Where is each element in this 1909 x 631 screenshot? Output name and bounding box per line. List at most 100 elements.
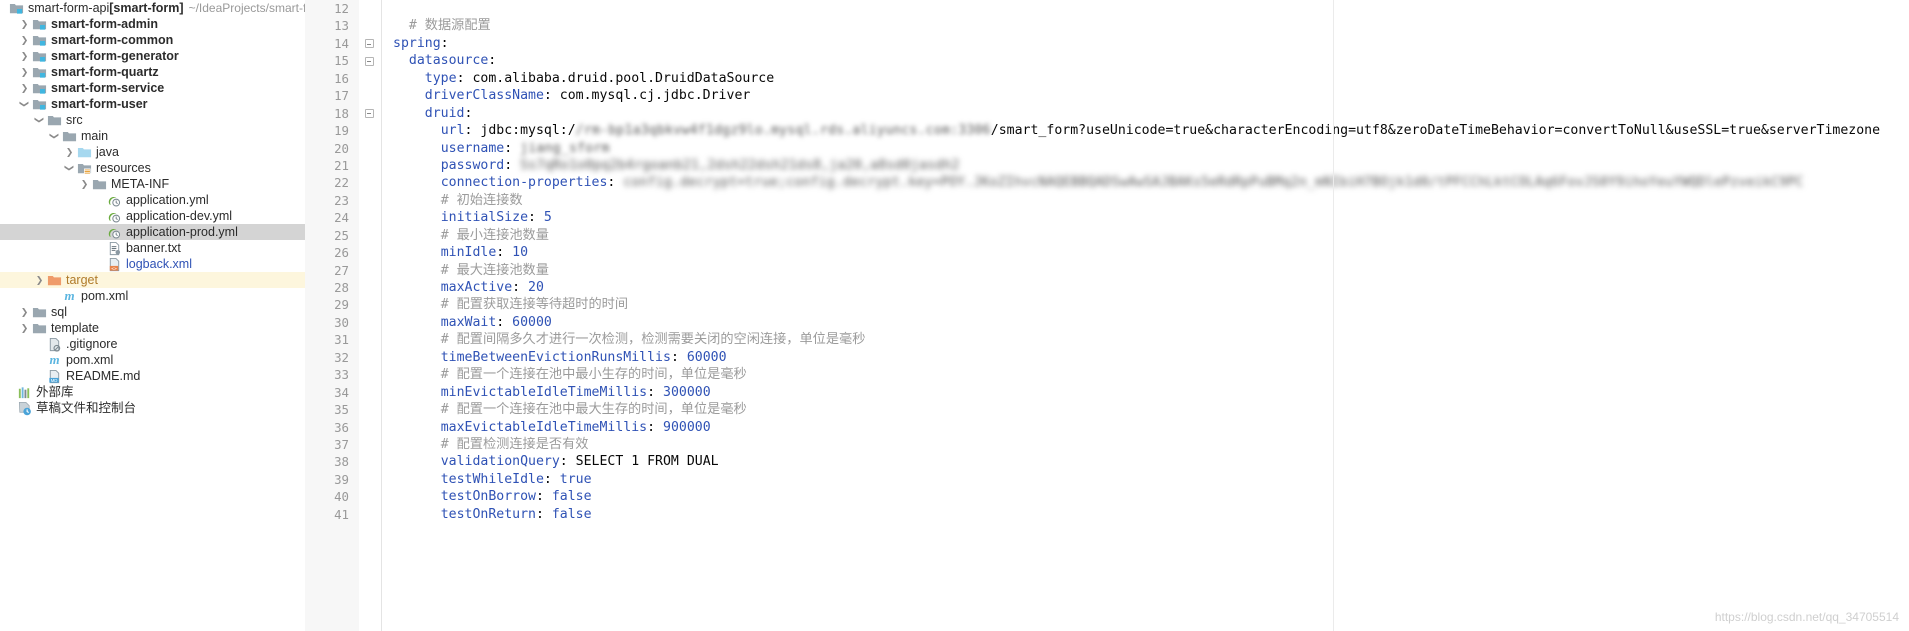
yaml-value: 60000 [686, 349, 727, 365]
chevron-right-icon[interactable]: ❯ [78, 176, 91, 192]
code-line[interactable]: 30 maxWait: 60000 [305, 314, 1909, 331]
tree-row-template[interactable]: ❯ template [0, 320, 305, 336]
code-line[interactable]: 26 minIdle: 10 [305, 244, 1909, 261]
tree-row-smart-form-generator[interactable]: ❯ smart-form-generator [0, 48, 305, 64]
code-line[interactable]: 38 validationQuery: SELECT 1 FROM DUAL [305, 453, 1909, 470]
code-line[interactable]: 13 # 数据源配置 [305, 17, 1909, 34]
code-line[interactable]: 36 maxEvictableIdleTimeMillis: 900000 [305, 419, 1909, 436]
tree-row-smart-form-admin[interactable]: ❯ smart-form-admin [0, 16, 305, 32]
code-text: validationQuery: SELECT 1 FROM DUAL [441, 453, 719, 470]
tree-row-smart-form-common[interactable]: ❯ smart-form-common [0, 32, 305, 48]
tree-row-pom-xml[interactable]: ❯m pom.xml [0, 288, 305, 304]
code-line[interactable]: 40 testOnBorrow: false [305, 488, 1909, 505]
fold-toggle-icon[interactable] [362, 52, 376, 69]
code-line[interactable]: 18 druid: [305, 105, 1909, 122]
line-number: 40 [334, 489, 349, 505]
chevron-down-icon[interactable]: ❯ [17, 98, 33, 111]
line-number: 27 [334, 262, 349, 278]
chevron-right-icon[interactable]: ❯ [18, 16, 31, 32]
code-text: connection-properties: config.decrypt=tr… [441, 174, 1804, 191]
tree-row-meta-inf[interactable]: ❯ META-INF [0, 176, 305, 192]
code-line[interactable]: 29 # 配置获取连接等待超时的时间 [305, 296, 1909, 313]
tree-row-java[interactable]: ❯ java [0, 144, 305, 160]
chevron-right-icon[interactable]: ❯ [18, 48, 31, 64]
tree-row-target[interactable]: ❯ target [0, 272, 305, 288]
tree-row-application-dev-yml[interactable]: ❯ application-dev.yml [0, 208, 305, 224]
code-line[interactable]: 15 datasource: [305, 52, 1909, 69]
code-editor[interactable]: 12 13 # 数据源配置 14 spring: 15 datasource: 16 type:… [305, 0, 1909, 631]
code-line[interactable]: 24 initialSize: 5 [305, 209, 1909, 226]
tree-item-label: java [96, 145, 119, 159]
code-line[interactable]: 39 testWhileIdle: true [305, 471, 1909, 488]
code-line[interactable]: 34 minEvictableIdleTimeMillis: 300000 [305, 384, 1909, 401]
project-root-module: [smart-form] [109, 1, 184, 15]
source-folder-icon [76, 144, 93, 160]
code-line[interactable]: 32 timeBetweenEvictionRunsMillis: 60000 [305, 349, 1909, 366]
code-line[interactable]: 25 # 最小连接池数量 [305, 227, 1909, 244]
code-text: password: Ss7qRo1o0pq2b4rgoanb21,2dsh22d… [441, 157, 960, 174]
tree-row-[interactable]: ❯ 草稿文件和控制台 [0, 400, 305, 416]
code-line[interactable]: 16 type: com.alibaba.druid.pool.DruidData… [305, 70, 1909, 87]
project-tree-panel[interactable]: smart-form-api [smart-form] ~/IdeaProject… [0, 0, 305, 631]
tree-row-main[interactable]: ❯ main [0, 128, 305, 144]
tree-row-banner-txt[interactable]: ❯ banner.txt [0, 240, 305, 256]
code-line[interactable]: 20 username: jiang_sform [305, 140, 1909, 157]
tree-row-src[interactable]: ❯ src [0, 112, 305, 128]
tree-row-[interactable]: ❯ 外部库 [0, 384, 305, 400]
tree-row-application-yml[interactable]: ❯ application.yml [0, 192, 305, 208]
code-line[interactable]: 14 spring: [305, 35, 1909, 52]
code-line[interactable]: 41 testOnReturn: false [305, 506, 1909, 523]
chevron-down-icon[interactable]: ❯ [47, 130, 63, 143]
yaml-text: : [512, 280, 529, 295]
tree-row-readme-md[interactable]: ❯ MD README.md [0, 368, 305, 384]
tree-row-project-root[interactable]: smart-form-api [smart-form] ~/IdeaProject… [0, 0, 305, 16]
chevron-right-icon[interactable]: ❯ [18, 32, 31, 48]
code-line[interactable]: 27 # 最大连接池数量 [305, 262, 1909, 279]
code-line[interactable]: 17 driverClassName: com.mysql.cj.jdbc.Dri… [305, 87, 1909, 104]
code-text: # 最大连接池数量 [441, 262, 549, 279]
chevron-right-icon[interactable]: ❯ [18, 64, 31, 80]
yaml-text: : [464, 105, 473, 121]
line-number: 32 [334, 349, 349, 365]
code-text: timeBetweenEvictionRunsMillis: 60000 [441, 349, 727, 366]
fold-toggle-icon[interactable] [362, 35, 376, 52]
code-line[interactable]: 12 [305, 0, 1909, 17]
tree-row-application-prod-yml[interactable]: ❯ application-prod.yml [0, 224, 305, 240]
tree-row-smart-form-quartz[interactable]: ❯ smart-form-quartz [0, 64, 305, 80]
code-line[interactable]: 31 # 配置间隔多久才进行一次检测，检测需要关闭的空闲连接，单位是毫秒 [305, 331, 1909, 348]
chevron-down-icon[interactable]: ❯ [32, 114, 48, 127]
code-line[interactable]: 21 password: Ss7qRo1o0pq2b4rgoanb21,2dsh2… [305, 157, 1909, 174]
folder-icon [61, 128, 78, 144]
chevron-right-icon[interactable]: ❯ [18, 304, 31, 320]
yaml-key: minEvictableIdleTimeMillis [440, 384, 648, 400]
fold-toggle-icon[interactable] [362, 105, 376, 122]
tree-row-sql[interactable]: ❯ sql [0, 304, 305, 320]
chevron-right-icon[interactable]: ❯ [18, 320, 31, 336]
code-lines[interactable]: 12 13 # 数据源配置 14 spring: 15 datasource: 16 type:… [305, 0, 1909, 631]
tree-row-gitignore[interactable]: ❯ .gitignore [0, 336, 305, 352]
yaml-key: url [440, 123, 465, 139]
code-line[interactable]: 19 url: jdbc:mysql://rm-bp1a3qbkvw4f1dgz9… [305, 122, 1909, 139]
tree-row-pom-xml[interactable]: ❯m pom.xml [0, 352, 305, 368]
code-text: spring: [393, 35, 449, 52]
tree-item-label: application.yml [126, 193, 209, 207]
tree-item-label: 外部库 [36, 385, 74, 399]
code-line[interactable]: 37 # 配置检测连接是否有效 [305, 436, 1909, 453]
chevron-right-icon[interactable]: ❯ [33, 272, 46, 288]
chevron-right-icon[interactable]: ❯ [63, 144, 76, 160]
tree-row-smart-form-service[interactable]: ❯ smart-form-service [0, 80, 305, 96]
line-number: 33 [334, 367, 349, 383]
tree-row-resources[interactable]: ❯ resources [0, 160, 305, 176]
code-line[interactable]: 28 maxActive: 20 [305, 279, 1909, 296]
tree-row-smart-form-user[interactable]: ❯ smart-form-user [0, 96, 305, 112]
tree-row-logback-xml[interactable]: ❯ <> logback.xml [0, 256, 305, 272]
line-number: 26 [334, 245, 349, 261]
line-number: 17 [334, 88, 349, 104]
chevron-down-icon[interactable]: ❯ [62, 162, 78, 175]
code-line[interactable]: 22 connection-properties: config.decrypt=… [305, 174, 1909, 191]
code-line[interactable]: 23 # 初始连接数 [305, 192, 1909, 209]
chevron-right-icon[interactable]: ❯ [18, 80, 31, 96]
yaml-key: validationQuery [440, 454, 560, 470]
code-line[interactable]: 33 # 配置一个连接在池中最小生存的时间，单位是毫秒 [305, 366, 1909, 383]
code-line[interactable]: 35 # 配置一个连接在池中最大生存的时间，单位是毫秒 [305, 401, 1909, 418]
